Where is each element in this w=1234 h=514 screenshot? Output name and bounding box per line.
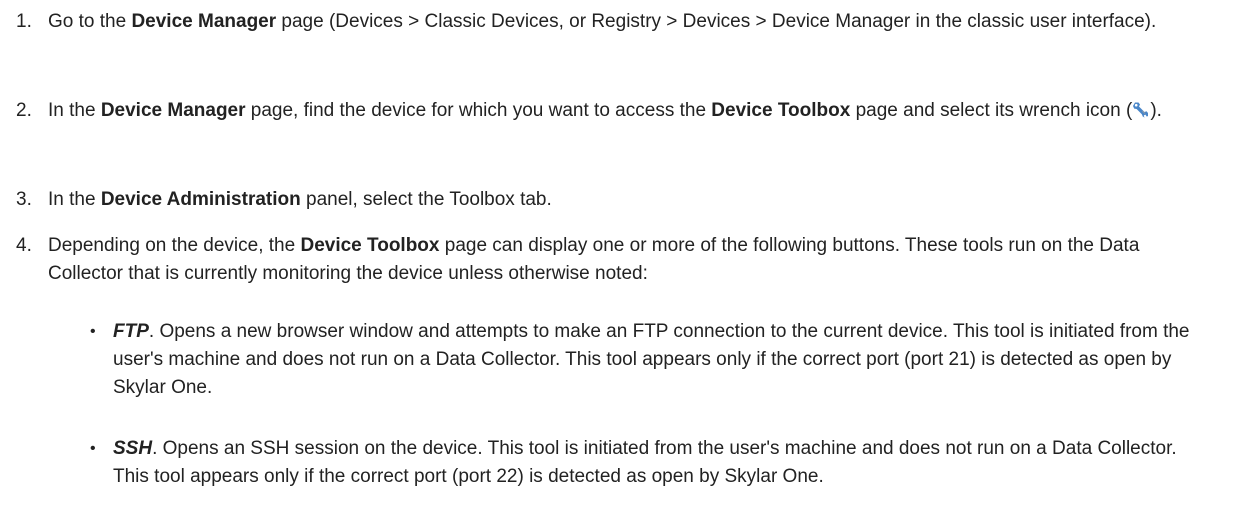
step-text-part: ). bbox=[1150, 100, 1162, 121]
step-text-part: page and select its wrench icon ( bbox=[850, 100, 1133, 121]
step-number: 4. bbox=[16, 235, 32, 256]
bullet-text: FTP. Opens a new browser window and atte… bbox=[113, 318, 1214, 402]
step-text-part: page (Devices > Classic Devices, or Regi… bbox=[276, 11, 1157, 32]
ui-term-device-toolbox: Device Toolbox bbox=[300, 235, 440, 256]
step-text-part: Go to the bbox=[48, 11, 132, 32]
step-number: 2. bbox=[16, 100, 32, 121]
ui-term-device-manager: Device Manager bbox=[131, 11, 277, 32]
step-text: Depending on the device, the Device Tool… bbox=[48, 232, 1214, 288]
step-text-part: Depending on the device, the bbox=[48, 235, 301, 256]
bullet-dot: • bbox=[90, 323, 96, 340]
step-text-part: page, find the device for which you want… bbox=[245, 100, 712, 121]
step-text: In the Device Manager page, find the dev… bbox=[48, 97, 1214, 125]
bullet-text: SSH. Opens an SSH session on the device.… bbox=[113, 435, 1214, 491]
tool-name-ssh: SSH bbox=[113, 438, 153, 459]
step-text-part: In the bbox=[48, 100, 101, 121]
ui-term-device-manager: Device Manager bbox=[100, 100, 246, 121]
bullet-dot: • bbox=[90, 440, 96, 457]
step-text-part: panel, select the Toolbox tab. bbox=[300, 189, 552, 210]
step-number: 1. bbox=[16, 11, 32, 32]
step-text-part: In the bbox=[48, 189, 101, 210]
wrench-icon bbox=[1132, 99, 1150, 118]
tool-description: . Opens a new browser window and attempt… bbox=[113, 321, 1190, 398]
step-number: 3. bbox=[16, 189, 32, 210]
tool-name-ftp: FTP bbox=[113, 321, 149, 342]
ui-term-device-toolbox: Device Toolbox bbox=[711, 100, 851, 121]
ui-term-device-administration: Device Administration bbox=[100, 189, 301, 210]
tool-description: . Opens an SSH session on the device. Th… bbox=[113, 438, 1177, 487]
step-text: In the Device Administration panel, sele… bbox=[48, 186, 1214, 214]
step-text: Go to the Device Manager page (Devices >… bbox=[48, 8, 1214, 36]
